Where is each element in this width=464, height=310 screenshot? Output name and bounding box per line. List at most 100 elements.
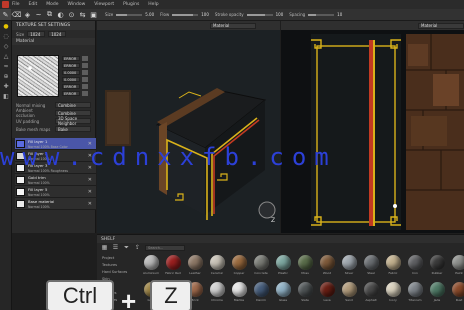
menu-edit[interactable]: Edit — [29, 2, 38, 7]
layer-delete-icon[interactable]: ✕ — [88, 165, 92, 171]
layer-visibility-icon[interactable] — [12, 173, 15, 186]
shelf-material-item[interactable]: Ceramic — [207, 255, 227, 282]
smudge-icon[interactable]: ~ — [33, 9, 44, 20]
shelf-material-item[interactable]: Silver — [339, 255, 359, 282]
tool-prop-slider[interactable] — [172, 13, 199, 16]
material-prop-swatch[interactable] — [82, 63, 88, 68]
shelf-material-item[interactable]: Rubber — [427, 255, 447, 282]
clone-tool-icon[interactable]: ⊕ — [0, 71, 12, 81]
tool-prop-value[interactable]: 5.00 — [145, 12, 154, 17]
picker-icon[interactable]: ⊙ — [66, 9, 77, 20]
shelf-material-item[interactable]: Glass — [273, 282, 293, 309]
tool-prop-value[interactable]: 100 — [276, 12, 284, 17]
layer-delete-icon[interactable]: ✕ — [88, 153, 92, 159]
camera-icon[interactable]: ▣ — [88, 9, 99, 20]
material-prop-swatch[interactable] — [82, 84, 88, 89]
tool-prop-slider[interactable] — [308, 13, 335, 16]
material-prop-field[interactable]: 0.0000 — [62, 77, 80, 82]
material-prop-swatch[interactable] — [82, 91, 88, 96]
shelf-material-item[interactable]: Leather — [185, 255, 205, 282]
shelf-category-item[interactable]: Textures — [99, 261, 139, 268]
layer-visibility-icon[interactable] — [12, 149, 15, 162]
menu-plugins[interactable]: Plugins — [123, 2, 139, 7]
shelf-material-item[interactable]: Plastic — [273, 255, 293, 282]
projection-tool-icon[interactable]: ◇ — [0, 41, 12, 51]
layer-delete-icon[interactable]: ✕ — [88, 177, 92, 183]
material-prop-field[interactable]: ERROR — [62, 91, 80, 96]
shelf-material-item[interactable]: Titanium — [405, 282, 425, 309]
shelf-material-item[interactable]: Chrome — [207, 282, 227, 309]
menu-window[interactable]: Window — [68, 2, 86, 7]
brush-tool-icon[interactable]: ● — [0, 21, 12, 31]
layer-item[interactable]: Fill layer 1 Normal 100% Base Color ✕ — [12, 137, 96, 150]
layer-item[interactable]: Gold trim Normal 100% ✕ — [12, 173, 96, 186]
shelf-material-item[interactable]: Asphalt — [361, 282, 381, 309]
layer-visibility-icon[interactable] — [12, 185, 15, 198]
menu-file[interactable]: File — [12, 2, 20, 7]
material-prop-field[interactable]: ERROR — [62, 56, 80, 61]
shelf-material-item[interactable]: Steel — [361, 255, 381, 282]
shelf-material-item[interactable]: Sand — [339, 282, 359, 309]
smudge-tool-icon[interactable]: ≈ — [0, 61, 12, 71]
layer-visibility-icon[interactable] — [12, 161, 15, 174]
shelf-material-item[interactable]: Paint — [449, 255, 464, 282]
filter-icon[interactable]: ⏷ — [123, 244, 130, 251]
material-prop-swatch[interactable] — [82, 56, 88, 61]
resolution-dropdown-2[interactable]: 1024 — [48, 31, 67, 37]
tool-prop-value[interactable]: 100 — [201, 12, 209, 17]
layer-visibility-icon[interactable] — [12, 137, 15, 150]
shelf-material-item[interactable]: Copper — [229, 255, 249, 282]
list-view-icon[interactable]: ☰ — [112, 244, 119, 251]
viewport-3d[interactable]: Material — [281, 21, 464, 233]
shelf-material-item[interactable]: Rust — [449, 282, 464, 309]
clone-icon[interactable]: ⧉ — [44, 9, 55, 20]
layer-visibility-icon[interactable] — [12, 197, 15, 210]
normal-mixing-dropdown[interactable]: Combine — [55, 102, 91, 108]
shelf-material-item[interactable]: Fabric — [383, 255, 403, 282]
layer-delete-icon[interactable]: ✕ — [88, 141, 92, 147]
shelf-category-item[interactable]: Hard Surfaces — [99, 268, 139, 275]
layer-item[interactable]: Base material Normal 100% ✕ — [12, 197, 96, 210]
texture-sheet-canvas[interactable] — [281, 30, 464, 233]
shelf-material-item[interactable]: Wood — [317, 255, 337, 282]
shelf-material-item[interactable]: Denim — [251, 282, 271, 309]
shelf-category-item[interactable]: Project — [99, 254, 139, 261]
shelf-material-item[interactable]: Aluminium — [141, 255, 161, 282]
polygon-fill-icon[interactable]: △ — [0, 51, 12, 61]
tool-prop-slider[interactable] — [116, 13, 143, 16]
shelf-material-item[interactable]: Marble — [229, 282, 249, 309]
viewport-2d-mode-dropdown[interactable]: Material — [210, 22, 256, 29]
shelf-search-input[interactable]: Search... — [145, 244, 185, 251]
tool-prop-value[interactable]: 10 — [337, 12, 342, 17]
eraser-tool-icon[interactable]: ◌ — [0, 31, 12, 41]
eraser-icon[interactable]: ⌫ — [11, 9, 22, 20]
material-prop-field[interactable]: 0.0000 — [62, 70, 80, 75]
menu-viewport[interactable]: Viewport — [94, 2, 114, 7]
shelf-material-item[interactable]: Jade — [427, 282, 447, 309]
layer-item[interactable]: Fill layer 5 Normal 100% ✕ — [12, 185, 96, 198]
uv-texture-canvas[interactable]: Z — [97, 30, 280, 233]
material-prop-swatch[interactable] — [82, 70, 88, 75]
shelf-material-item[interactable]: Fabric Red — [163, 255, 183, 282]
resolution-dropdown[interactable]: 1024 — [27, 31, 46, 37]
layer-item[interactable]: Fill layer 3 Normal 100% Roughness ✕ — [12, 161, 96, 174]
shelf-material-item[interactable]: Lava — [317, 282, 337, 309]
shelf-material-item[interactable]: Iron — [405, 255, 425, 282]
viewport-3d-mode-dropdown[interactable]: Material — [418, 22, 464, 29]
bake-tool-icon[interactable]: ◧ — [0, 91, 12, 101]
fill-icon[interactable]: ◐ — [55, 9, 66, 20]
projection-icon[interactable]: ◈ — [22, 9, 33, 20]
color-picker-icon[interactable]: ✚ — [0, 81, 12, 91]
menu-mode[interactable]: Mode — [46, 2, 58, 7]
layer-item[interactable]: Fill layer 2 Normal 100% ✕ — [12, 149, 96, 162]
menu-help[interactable]: Help — [148, 2, 158, 7]
layer-delete-icon[interactable]: ✕ — [88, 201, 92, 207]
paint-brush-icon[interactable]: ✎ — [0, 9, 11, 20]
material-prop-swatch[interactable] — [82, 77, 88, 82]
viewport-2d[interactable]: Material Z — [97, 21, 280, 233]
layer-delete-icon[interactable]: ✕ — [88, 189, 92, 195]
symmetry-icon[interactable]: ⇆ — [77, 9, 88, 20]
shelf-material-item[interactable]: Slate — [295, 282, 315, 309]
grid-view-icon[interactable]: ▦ — [101, 244, 108, 251]
shelf-material-item[interactable]: Concrete — [251, 255, 271, 282]
